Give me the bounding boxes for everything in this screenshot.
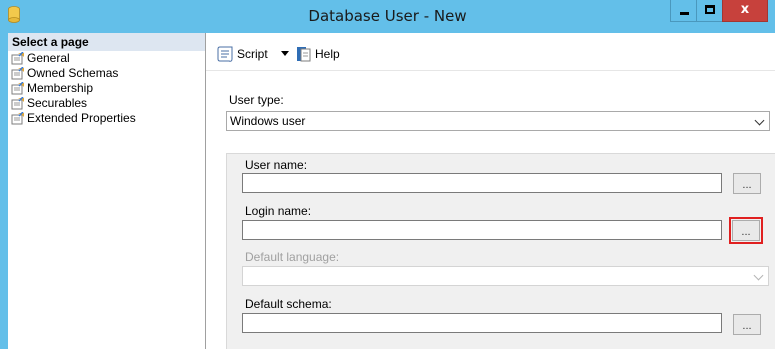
sidebar-item-membership[interactable]: Membership	[10, 81, 136, 96]
close-button[interactable]: x	[722, 0, 768, 22]
chevron-down-icon[interactable]	[281, 51, 289, 56]
login-name-label: Login name:	[245, 204, 312, 218]
script-button[interactable]: Script	[217, 45, 268, 63]
sidebar-item-extended-properties[interactable]: Extended Properties	[10, 111, 136, 126]
login-name-browse-button[interactable]: ...	[729, 217, 763, 244]
default-schema-field[interactable]	[242, 313, 722, 333]
page-icon	[11, 112, 24, 125]
sidebar-item-label: Securables	[27, 96, 88, 110]
sidebar-item-label: Extended Properties	[27, 111, 136, 125]
chevron-down-icon	[753, 270, 764, 281]
minimize-button[interactable]	[670, 0, 697, 22]
page-icon	[11, 52, 24, 65]
user-type-select[interactable]: Windows user	[226, 111, 770, 131]
help-icon	[297, 47, 311, 62]
page-selector: Select a page General Owned Schemas Memb…	[0, 33, 206, 349]
login-name-field[interactable]	[242, 220, 722, 240]
sidebar-item-label: Membership	[27, 81, 94, 95]
sidebar-item-label: General	[27, 51, 70, 65]
close-icon: x	[740, 2, 750, 17]
default-schema-browse-button[interactable]: ...	[733, 314, 761, 335]
title-bar[interactable]: Database User - New x	[0, 0, 775, 33]
general-page: User type: Windows user User name: ... L…	[206, 72, 775, 349]
sidebar-item-general[interactable]: General	[10, 51, 136, 66]
maximize-button[interactable]	[696, 0, 723, 22]
script-label: Script	[237, 47, 268, 61]
sidebar-item-owned-schemas[interactable]: Owned Schemas	[10, 66, 136, 81]
chevron-down-icon	[754, 115, 765, 126]
default-language-label: Default language:	[245, 250, 340, 264]
user-type-value: Windows user	[230, 114, 306, 128]
window-frame-edge	[0, 33, 8, 349]
default-schema-label: Default schema:	[245, 297, 332, 311]
user-name-label: User name:	[245, 158, 308, 172]
page-selector-header: Select a page	[8, 33, 205, 51]
help-button[interactable]: Help	[296, 45, 340, 63]
sidebar-item-label: Owned Schemas	[27, 66, 119, 80]
page-list: General Owned Schemas Membership Securab…	[10, 51, 136, 126]
script-icon	[217, 46, 233, 62]
page-icon	[11, 97, 24, 110]
user-type-label: User type:	[229, 93, 284, 107]
sidebar-item-securables[interactable]: Securables	[10, 96, 136, 111]
user-name-browse-button[interactable]: ...	[733, 173, 761, 194]
toolbar: Script Help	[206, 33, 775, 71]
help-label: Help	[315, 47, 340, 61]
window-title: Database User - New	[308, 7, 467, 25]
minimize-icon	[680, 12, 689, 15]
maximize-icon	[705, 5, 715, 14]
page-icon	[11, 82, 24, 95]
user-name-field[interactable]	[242, 173, 722, 193]
default-language-select[interactable]	[242, 266, 769, 286]
page-icon	[11, 67, 24, 80]
